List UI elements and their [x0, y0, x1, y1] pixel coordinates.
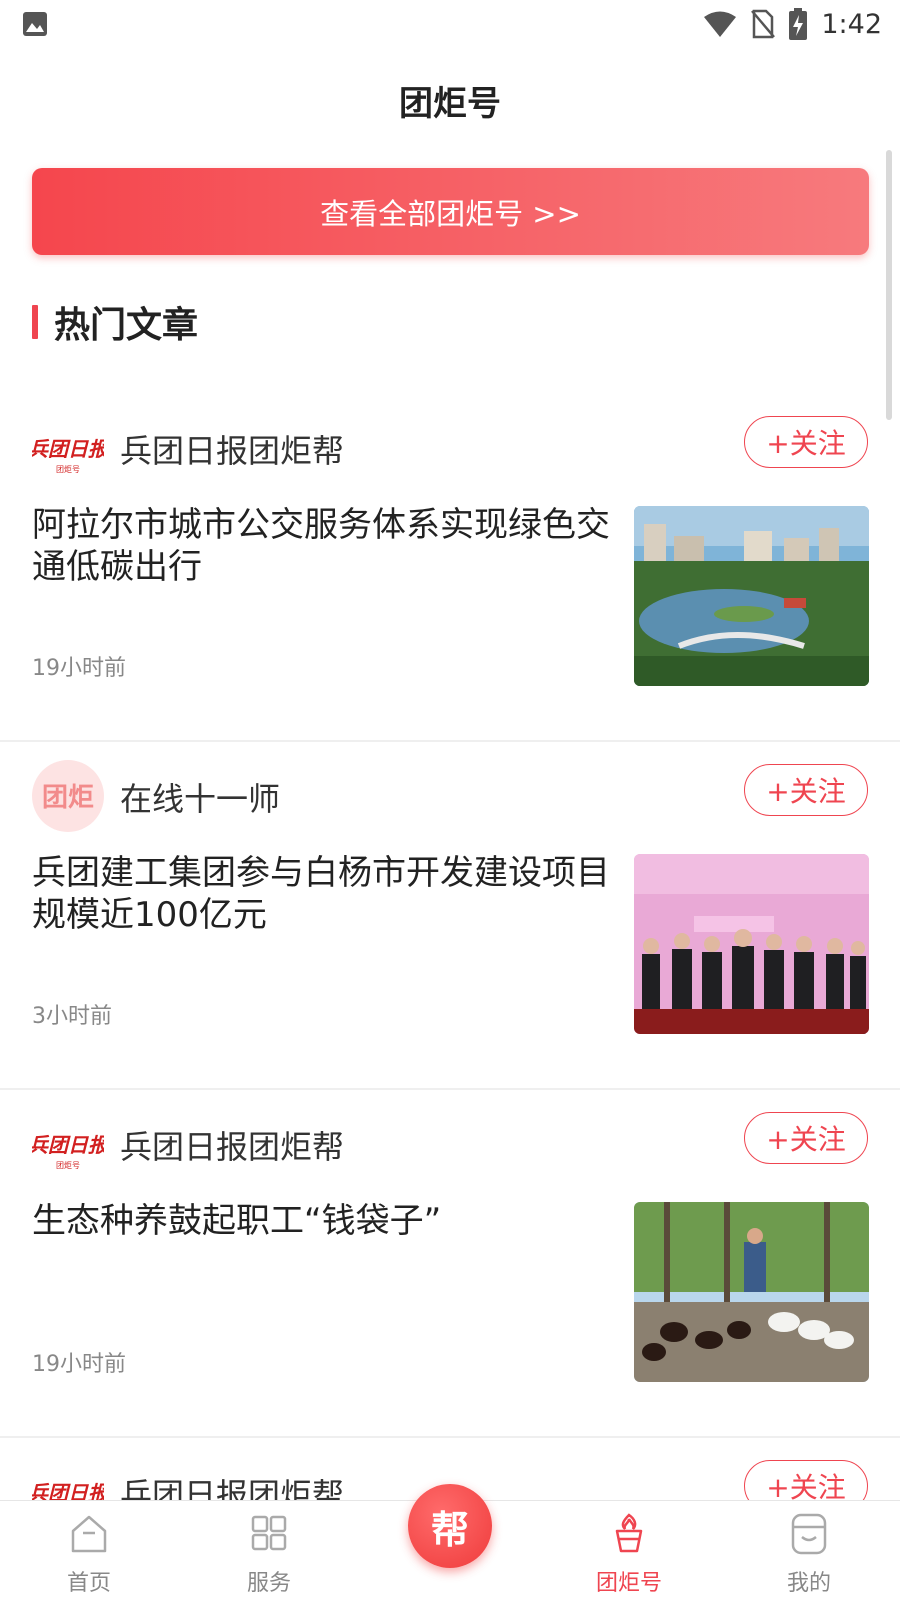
svg-text:兵团日报: 兵团日报: [32, 1481, 104, 1500]
author-name[interactable]: 兵团日报团炬帮: [120, 426, 344, 472]
battery-charging-icon: [789, 8, 808, 40]
bingtuan-daily-logo-icon: 兵团日报: [32, 1481, 104, 1500]
bingtuan-daily-logo-icon: 兵团日报 团炬号: [32, 1133, 104, 1170]
follow-button[interactable]: +关注: [744, 416, 868, 468]
article-time: 19小时前: [32, 656, 126, 681]
no-sim-icon: [751, 9, 776, 39]
article-headline[interactable]: 生态种养鼓起职工“钱袋子”: [32, 1200, 612, 1242]
svg-text:团炬: 团炬: [42, 783, 94, 813]
tab-mine[interactable]: 我的: [744, 1501, 874, 1601]
author-name[interactable]: 兵团日报团炬帮: [120, 1122, 344, 1168]
author-name[interactable]: 兵团日报团炬帮: [120, 1470, 344, 1500]
bingtuan-daily-logo-icon: 兵团日报 团炬号: [32, 437, 104, 474]
section-accent-bar: [32, 305, 38, 339]
gallery-notification-icon: [23, 12, 47, 36]
grid-icon: [251, 1515, 287, 1551]
home-icon: [71, 1515, 107, 1553]
section-title: 热门文章: [54, 305, 199, 346]
author-name[interactable]: 在线十一师: [120, 774, 280, 820]
title-bar: 团炬号: [0, 48, 900, 148]
tab-mine-label: 我的: [786, 1571, 831, 1596]
follow-button[interactable]: +关注: [744, 764, 868, 816]
svg-text:团炬号: 团炬号: [56, 464, 80, 474]
follow-button[interactable]: +关注: [744, 1112, 868, 1164]
wifi-icon: [704, 11, 737, 37]
tuanju-avatar-icon: 团炬: [32, 760, 104, 832]
clock-time: 1:42: [821, 8, 882, 40]
tab-service-label: 服务: [246, 1571, 291, 1596]
article-time: 19小时前: [32, 1352, 126, 1377]
torch-icon: [615, 1513, 643, 1553]
article-card[interactable]: 兵团日报 团炬号 兵团日报团炬帮 +关注 生态种养鼓起职工“钱袋子” 19小时前: [0, 1088, 900, 1438]
article-thumbnail-city-park[interactable]: [634, 506, 869, 686]
article-headline[interactable]: 兵团建工集团参与白杨市开发建设项目规模近100亿元: [32, 852, 612, 936]
scrollbar[interactable]: [886, 150, 892, 420]
help-center-button[interactable]: 帮: [408, 1484, 492, 1568]
article-thumbnail-signing-ceremony[interactable]: [634, 854, 869, 1034]
page-title: 团炬号: [399, 84, 501, 124]
follow-button[interactable]: +关注: [744, 1460, 868, 1500]
section-heading: 热门文章: [32, 302, 198, 346]
article-time: 3小时前: [32, 1004, 112, 1029]
svg-text:团炬号: 团炬号: [56, 1160, 80, 1170]
article-headline[interactable]: 阿拉尔市城市公交服务体系实现绿色交通低碳出行: [32, 504, 612, 588]
profile-icon: [791, 1513, 827, 1555]
tab-home[interactable]: 首页: [24, 1501, 154, 1601]
tab-home-label: 首页: [66, 1571, 111, 1596]
svg-text:兵团日报: 兵团日报: [32, 437, 104, 461]
status-bar: 1:42: [0, 0, 900, 48]
article-card[interactable]: 兵团日报 团炬号 兵团日报团炬帮 +关注 阿拉尔市城市公交服务体系实现绿色交通低…: [0, 392, 900, 742]
tab-tuanju[interactable]: 团炬号: [564, 1501, 694, 1601]
article-card[interactable]: 团炬 在线十一师 +关注 兵团建工集团参与白杨市开发建设项目规模近100亿元 3…: [0, 740, 900, 1090]
view-all-tuanju-button[interactable]: 查看全部团炬号 >>: [32, 168, 869, 255]
tab-tuanju-label: 团炬号: [595, 1571, 662, 1596]
svg-text:兵团日报: 兵团日报: [32, 1133, 104, 1157]
article-thumbnail-farm-geese[interactable]: [634, 1202, 869, 1382]
tab-service[interactable]: 服务: [204, 1501, 334, 1601]
